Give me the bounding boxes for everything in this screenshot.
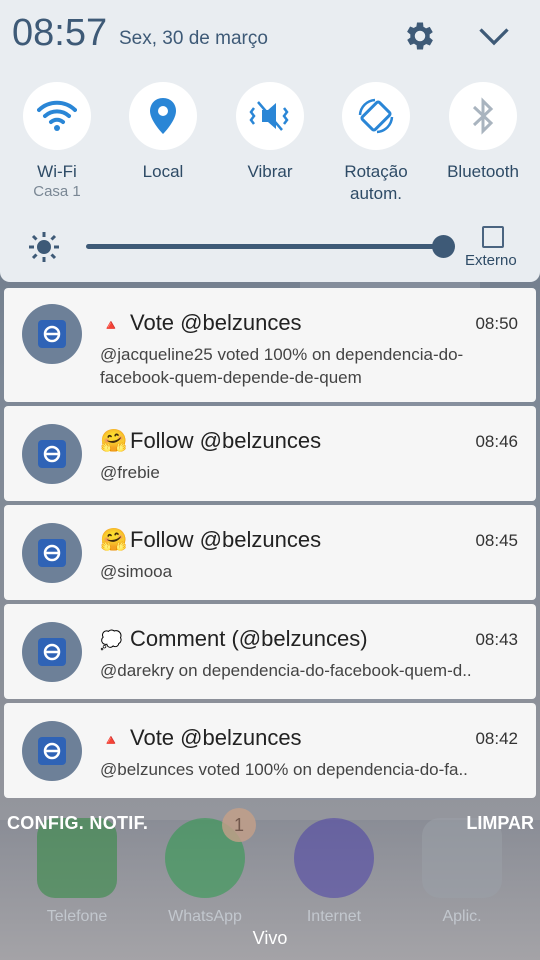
notification-title: Follow @belzunces [130,428,322,453]
notification-time: 08:45 [475,531,518,550]
notification-body: @jacqueline25 voted 100% on dependencia-… [100,345,464,387]
notification-title: Vote @belzunces [130,725,302,750]
notification-body: @belzunces voted 100% on dependencia-do-… [100,760,468,779]
brightness-icon [29,232,59,262]
notification-time: 08:42 [475,729,518,748]
clock: 08:57 [12,12,108,54]
carrier-label: Vivo [252,928,288,948]
app-label: Telefone [46,908,108,925]
notification-time: 08:50 [475,314,518,333]
quick-settings-panel: 08:57 Sex, 30 de março Wi-Fi Casa 1 Loca… [0,0,540,282]
app-icon [22,721,82,781]
notification-title: Comment (@belzunces) [130,626,368,651]
app-icon [22,304,82,364]
tile-bluetooth[interactable]: Bluetooth [430,82,536,183]
external-checkbox[interactable] [482,226,504,248]
chevron-down-icon[interactable] [476,22,512,52]
hugging-face-icon: 🤗 [100,527,128,552]
tile-vibrate[interactable]: Vibrar [217,82,323,183]
settings-gear-icon[interactable] [402,18,438,54]
notification-card[interactable]: 🔺 Vote @belzunces 08:42 @belzunces voted … [4,703,536,798]
notification-title: Follow @belzunces [130,527,322,552]
notification-body: @frebie [100,463,160,482]
hugging-face-icon: 🤗 [100,428,128,453]
app-label: Internet [306,908,362,925]
tile-label: Local [142,162,184,181]
tile-sublabel: Casa 1 [33,183,81,200]
rotate-icon [358,98,394,134]
notification-badge: 1 [222,808,256,842]
location-icon [150,98,176,134]
tile-label: Rotação autom. [344,162,408,203]
date: Sex, 30 de março [119,28,268,49]
clear-button[interactable]: LIMPAR [466,813,534,834]
tile-wifi[interactable]: Wi-Fi Casa 1 [4,82,110,200]
tile-label: Vibrar [247,162,293,181]
speech-bubble-icon: 💭 [100,630,123,650]
notification-card[interactable]: 🤗 Follow @belzunces 08:46 @frebie [4,406,536,501]
notification-time: 08:46 [475,432,518,451]
notification-time: 08:43 [475,630,518,649]
bluetooth-icon [472,97,494,135]
brightness-slider-thumb[interactable] [432,235,455,258]
external-label: Externo [465,252,517,269]
tile-location[interactable]: Local [110,82,216,183]
wifi-icon [37,100,77,131]
app-icon [22,424,82,484]
notification-title: Vote @belzunces [130,310,302,335]
notification-card[interactable]: 🔺 Vote @belzunces 08:50 @jacqueline25 vot… [4,288,536,402]
app-icon [22,622,82,682]
notification-settings-button[interactable]: CONFIG. NOTIF. [7,813,148,834]
brightness-slider[interactable] [86,244,446,249]
app-phone[interactable]: Telefone [22,818,132,926]
app-apps[interactable]: Aplic. [407,818,517,926]
app-label: Aplic. [442,908,482,925]
red-triangle-icon: 🔺 [101,732,121,749]
app-label: WhatsApp [168,908,242,925]
notification-card[interactable]: 💭 Comment (@belzunces) 08:43 @darekry on … [4,604,536,699]
notification-body: @simooa [100,562,173,581]
tile-auto-rotate[interactable]: Rotação autom. [323,82,429,205]
vibrate-icon [249,101,289,131]
app-icon [22,523,82,583]
red-triangle-icon: 🔺 [101,317,121,334]
notification-card[interactable]: 🤗 Follow @belzunces 08:45 @simooa [4,505,536,600]
app-internet[interactable]: Internet [279,818,389,926]
internet-icon [294,818,374,898]
notification-body: @darekry on dependencia-do-facebook-quem… [100,661,472,680]
tile-label: Wi-Fi [37,162,77,181]
tile-label: Bluetooth [447,162,519,181]
